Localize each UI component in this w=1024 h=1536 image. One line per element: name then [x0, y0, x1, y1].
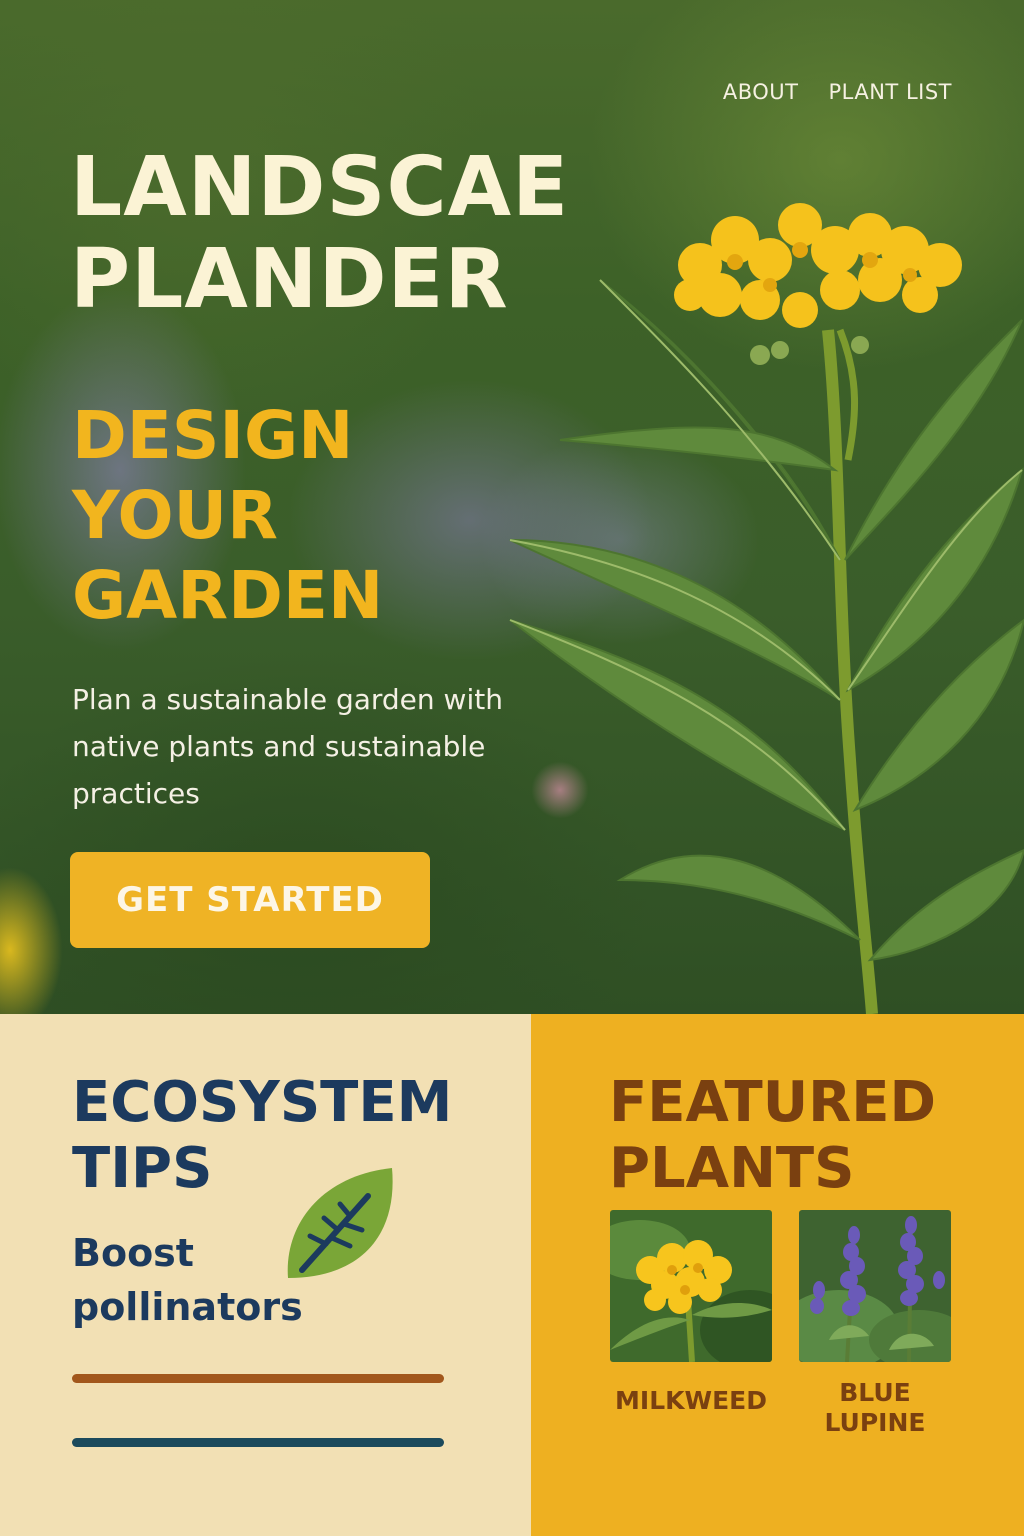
tip-line-2: pollinators [72, 1285, 303, 1329]
featured-title: FEATURED PLANTS [609, 1070, 1009, 1202]
headline-line-2: YOUR [72, 477, 278, 554]
blue-lupine-image [799, 1210, 951, 1362]
blue-lupine-thumbnail[interactable] [799, 1210, 951, 1362]
app-title-line-1: LANDSCAE [70, 140, 570, 235]
blue-lupine-label-line-1: BLUE [839, 1378, 911, 1407]
headline-line-3: GARDEN [72, 557, 384, 634]
ecosystem-tips-panel: ECOSYSTEM TIPS Boost pollinators [0, 1014, 531, 1536]
featured-title-line-1: FEATURED [609, 1070, 937, 1135]
milkweed-label: MILKWEED [615, 1386, 767, 1415]
hero-subtitle: Plan a sustainable garden with native pl… [72, 683, 503, 810]
top-nav: ABOUT PLANT LIST [723, 80, 952, 104]
divider-line [72, 1374, 444, 1383]
hero-section: ABOUT PLANT LIST LANDSCAE PLANDER DESIGN… [0, 0, 1024, 1014]
headline-line-1: DESIGN [72, 397, 354, 474]
tip-line-1: Boost [72, 1231, 194, 1275]
milkweed-image [610, 1210, 772, 1362]
tips-title-line-1: ECOSYSTEM [72, 1070, 453, 1135]
nav-plant-list-link[interactable]: PLANT LIST [829, 80, 952, 104]
get-started-button[interactable]: GET STARTED [70, 852, 430, 948]
hero-headline: DESIGN YOUR GARDEN [72, 396, 492, 636]
app-title-line-2: PLANDER [70, 232, 509, 327]
nav-about-link[interactable]: ABOUT [723, 80, 799, 104]
featured-title-line-2: PLANTS [609, 1136, 855, 1201]
blue-lupine-label-line-2: LUPINE [824, 1408, 926, 1437]
leaf-icon [287, 1168, 393, 1278]
divider-line [72, 1438, 444, 1447]
blue-lupine-label: BLUE LUPINE [793, 1378, 957, 1438]
app-title: LANDSCAE PLANDER [70, 142, 670, 326]
tips-title-line-2: TIPS [72, 1136, 213, 1201]
milkweed-thumbnail[interactable] [610, 1210, 772, 1362]
featured-plants-panel: FEATURED PLANTS MILKWEED BLUE LUPINE [531, 1014, 1024, 1536]
